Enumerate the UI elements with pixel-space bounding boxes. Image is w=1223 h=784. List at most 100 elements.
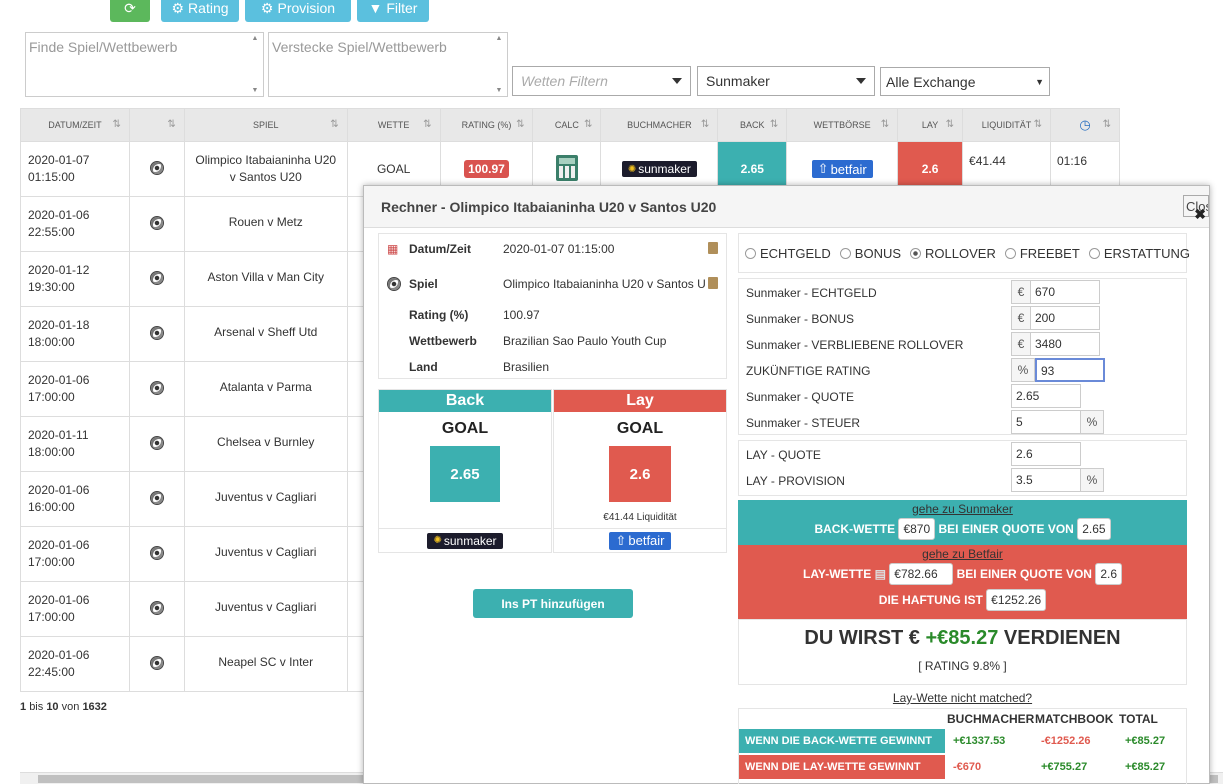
sort-icon: ⇅ <box>584 119 593 130</box>
back-odds-chip: 2.65 <box>1077 518 1111 540</box>
soccer-ball-icon <box>149 270 164 285</box>
soccer-ball-icon <box>149 325 164 340</box>
add-to-pt-button[interactable]: Ins PT hinzufügen <box>473 589 633 618</box>
sort-icon: ⇅ <box>880 119 890 130</box>
sort-icon: ⇅ <box>1033 119 1042 130</box>
lay-quote-input[interactable]: 2.6 <box>1011 442 1081 466</box>
future-rating-input[interactable]: 93 <box>1035 358 1105 382</box>
provision-button[interactable]: ⚙ Provision <box>245 0 351 22</box>
soccer-ball-icon <box>149 160 164 175</box>
soccer-ball-icon <box>149 380 164 395</box>
rollover-input[interactable]: 3480 <box>1030 332 1100 356</box>
exchange-select[interactable]: Alle Exchange ▼ <box>880 67 1050 96</box>
find-textarea[interactable]: Finde Spiel/Wettbewerb ▲ ▼ <box>25 32 264 97</box>
col-exchange[interactable]: WETTBÖRSE ⇅ <box>786 108 899 142</box>
col-bet[interactable]: WETTE ⇅ <box>346 108 441 142</box>
lay-provision-input[interactable]: 3.5 <box>1011 468 1081 492</box>
lay-odds-chip: 2.6 <box>1095 563 1122 585</box>
refresh-icon: ⟳ <box>124 0 136 16</box>
bookmaker-form: Sunmaker - ECHTGELD €670 Sunmaker - BONUS… <box>738 278 1187 435</box>
refresh-button[interactable]: ⟳ <box>110 0 150 22</box>
bet-filter-select[interactable]: Wetten Filtern <box>512 66 691 96</box>
quote-input[interactable]: 2.65 <box>1011 384 1081 408</box>
earnings: DU WIRST € +€85.27 VERDIENEN [ RATING 9.… <box>738 619 1187 685</box>
bonus-input[interactable]: 200 <box>1030 306 1100 330</box>
echtgeld-input[interactable]: 670 <box>1030 280 1100 304</box>
col-sport[interactable]: ⇅ <box>128 108 185 142</box>
filter-button[interactable]: ▼ Filter <box>357 0 429 22</box>
col-rating[interactable]: RATING (%) ⇅ <box>439 108 534 142</box>
copy-icon[interactable] <box>708 277 718 289</box>
radio-freebet[interactable]: FREEBET <box>1004 246 1080 261</box>
soccer-ball-icon <box>149 435 164 450</box>
bookmaker-select[interactable]: Sunmaker <box>697 66 875 96</box>
goto-sunmaker-link[interactable]: gehe zu Sunmaker <box>912 502 1013 516</box>
col-match[interactable]: SPIEL ⇅ <box>183 108 348 142</box>
sort-icon: ⇅ <box>167 119 176 130</box>
rating-button[interactable]: ⚙ Rating <box>161 0 239 22</box>
radio-rollover[interactable]: ROLLOVER <box>910 246 996 261</box>
copy-icon[interactable] <box>708 242 718 254</box>
radio-echtgeld[interactable]: ECHTGELD <box>745 246 831 261</box>
soccer-ball-icon <box>149 490 164 505</box>
sort-icon: ⇅ <box>945 119 955 130</box>
match-info: ▦ Datum/Zeit 2020-01-07 01:15:00 Spiel Olim… <box>378 233 727 379</box>
sort-icon: ⇅ <box>516 119 525 130</box>
pagination-info: 1 bis 10 von 1632 <box>20 701 107 713</box>
sunmaker-logo[interactable]: ✺ sunmaker <box>427 532 503 549</box>
modal-title: Rechner - Olimpico Itabaianinha U20 v Sa… <box>364 186 1209 228</box>
sort-icon: ⇅ <box>330 119 339 130</box>
back-amount: €870 <box>898 518 936 540</box>
sunmaker-logo: ✺ sunmaker <box>621 161 697 178</box>
col-lay[interactable]: LAY ⇅ <box>897 108 964 142</box>
clipboard-icon: ▤ <box>874 567 886 581</box>
calculator-modal: Rechner - Olimpico Itabaianinha U20 v Sa… <box>363 185 1210 784</box>
soccer-ball-icon <box>149 655 164 670</box>
col-date[interactable]: DATUM/ZEIT ⇅ <box>20 108 130 142</box>
sort-icon: ⇅ <box>700 119 710 130</box>
soccer-ball-icon <box>149 600 164 615</box>
radio-erstattung[interactable]: ERSTATTUNG <box>1088 246 1190 261</box>
close-icon[interactable]: ✖ <box>1194 206 1206 223</box>
gears-icon: ⚙ <box>171 0 185 16</box>
bet-type-radios: ECHTGELD BONUS ROLLOVER FREEBET ERSTATTU… <box>738 233 1190 273</box>
liability: €1252.26 <box>986 589 1047 611</box>
col-back[interactable]: BACK ⇅ <box>717 108 788 142</box>
soccer-ball-icon <box>149 545 164 560</box>
soccer-ball-icon <box>387 277 401 291</box>
filter-icon: ▼ <box>368 0 383 16</box>
sort-icon: ⇅ <box>112 119 121 130</box>
hide-textarea[interactable]: Verstecke Spiel/Wettbewerb ▲ ▼ <box>268 32 508 97</box>
back-panel: Back GOAL 2.65 ✺ sunmaker <box>378 389 552 553</box>
betfair-logo: ⇧ betfair <box>811 160 873 178</box>
not-matched-link[interactable]: Lay-Wette nicht matched? <box>738 691 1187 705</box>
scrollbar[interactable]: ▲ ▼ <box>493 35 505 94</box>
chevron-down-icon <box>672 78 682 84</box>
tax-input[interactable]: 5 <box>1011 410 1081 434</box>
sort-icon: ⇅ <box>423 119 432 130</box>
radio-bonus[interactable]: BONUS <box>839 246 901 261</box>
lay-form: LAY - QUOTE 2.6 LAY - PROVISION 3.5% <box>738 440 1187 496</box>
goto-betfair-link[interactable]: gehe zu Betfair <box>922 547 1003 561</box>
chevron-down-icon: ▼ <box>1035 76 1044 87</box>
clock-icon: ◷ <box>1079 117 1091 132</box>
betfair-logo[interactable]: ⇧ betfair <box>609 531 671 550</box>
scrollbar[interactable]: ▲ ▼ <box>249 35 261 94</box>
col-calc[interactable]: CALC ⇅ <box>532 108 602 142</box>
sort-icon: ⇅ <box>769 119 779 130</box>
col-liquidity[interactable]: LIQUIDITÄT ⇅ <box>962 108 1051 142</box>
result-panel: gehe zu Sunmaker BACK-WETTE €870 BEI EIN… <box>738 500 1187 619</box>
calendar-icon: ▦ <box>387 242 399 256</box>
chevron-down-icon <box>856 78 866 84</box>
col-clock[interactable]: ◷ ⇅ <box>1049 108 1121 142</box>
summary-table: BUCHMACHER MATCHBOOK TOTAL WENN DIE BACK… <box>738 708 1187 784</box>
sort-icon: ⇅ <box>1102 119 1111 130</box>
rating-badge: 100.97 <box>464 160 509 178</box>
col-bookmaker[interactable]: BUCHMACHER ⇅ <box>600 108 719 142</box>
lay-panel: Lay GOAL 2.6 €41.44 Liquidität ⇧ betfair <box>553 389 727 553</box>
gears-icon: ⚙ <box>260 0 274 16</box>
back-odds[interactable]: 2.65 <box>430 446 500 502</box>
lay-odds[interactable]: 2.6 <box>609 446 671 502</box>
lay-amount: €782.66 <box>889 563 954 585</box>
calculator-icon <box>555 154 578 181</box>
